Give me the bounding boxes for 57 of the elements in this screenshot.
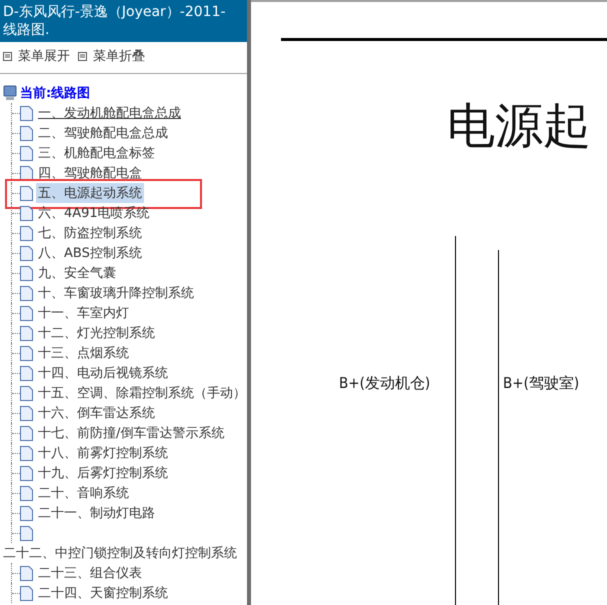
toggle-icon: [78, 52, 87, 60]
tree-root-label[interactable]: 当前:线路图: [20, 84, 90, 102]
tree-item[interactable]: 六、4A91电喷系统: [36, 203, 152, 223]
page-icon: [20, 366, 33, 380]
page-icon: [20, 166, 33, 180]
page-icon: [20, 406, 33, 420]
tree-item[interactable]: 二十三、组合仪表: [36, 563, 144, 583]
tree-item[interactable]: 十一、车室内灯: [36, 303, 131, 323]
page-icon: [20, 386, 33, 400]
page-icon: [20, 146, 33, 160]
diagram-title: 电源起: [447, 97, 591, 156]
menu-toggle-link[interactable]: 菜单展开: [3, 47, 70, 65]
page-icon: [20, 346, 33, 360]
tree-item[interactable]: 二、驾驶舱配电盒总成: [36, 123, 170, 143]
tree-item[interactable]: 八、ABS控制系统: [36, 243, 144, 263]
tree-item[interactable]: 二十、音响系统: [36, 483, 131, 503]
page-icon: [20, 186, 33, 200]
tree-item[interactable]: 七、防盗控制系统: [36, 223, 144, 243]
tree-item[interactable]: 十四、电动后视镜系统: [36, 363, 170, 383]
page-icon: [20, 126, 33, 140]
toggle-icon: [3, 52, 12, 60]
page-icon: [20, 486, 33, 500]
page-icon: [20, 226, 33, 240]
tree-item[interactable]: 二十二、中控门锁控制及转向灯控制系统: [3, 544, 237, 562]
tree-item[interactable]: 十、车窗玻璃升降控制系统: [36, 283, 196, 303]
wire-label: B+(发动机仓): [339, 374, 430, 393]
tree-item[interactable]: 三、机舱配电盒标签: [36, 143, 157, 163]
page-icon: [20, 306, 33, 320]
tree-item[interactable]: 十二、灯光控制系统: [36, 323, 157, 343]
page-icon: [20, 466, 33, 480]
page-icon: [20, 426, 33, 440]
tree-item[interactable]: 二十一、制动灯电路: [36, 503, 157, 523]
tree-item[interactable]: 九、安全气囊: [36, 263, 118, 283]
menu-toggle-link[interactable]: 菜单折叠: [78, 47, 145, 65]
tree-item[interactable]: 十三、点烟系统: [36, 343, 131, 363]
wire-label: B+(驾驶室): [503, 374, 580, 393]
tree-item[interactable]: 十七、前防撞/倒车雷达警示系统: [36, 423, 226, 443]
tree-item[interactable]: 二十四、天窗控制系统: [36, 583, 170, 603]
page-icon: [20, 246, 33, 260]
tree-item[interactable]: 四、驾驶舱配电盒: [36, 163, 144, 183]
page-icon: [20, 586, 33, 600]
page-icon: [20, 106, 33, 120]
tree-item[interactable]: 五、电源起动系统: [36, 183, 144, 203]
page-icon: [20, 286, 33, 300]
tree-item[interactable]: 十九、后雾灯控制系统: [36, 463, 170, 483]
page-icon: [20, 566, 33, 580]
page-icon: [20, 506, 33, 520]
window-title: D-东风风行-景逸（Joyear）-2011- 线路图.: [0, 0, 247, 42]
tree-item[interactable]: 十八、前雾灯控制系统: [36, 443, 170, 463]
page-icon: [20, 326, 33, 340]
computer-icon: [3, 85, 17, 101]
tree-item[interactable]: 十六、倒车雷达系统: [36, 403, 157, 423]
tree-item[interactable]: 十五、空调、除霜控制系统（手动）: [36, 383, 247, 403]
page-icon: [20, 266, 33, 280]
page-icon: [20, 206, 33, 220]
page-icon: [20, 446, 33, 460]
tree-item[interactable]: 一、发动机舱配电盒总成: [36, 103, 183, 123]
